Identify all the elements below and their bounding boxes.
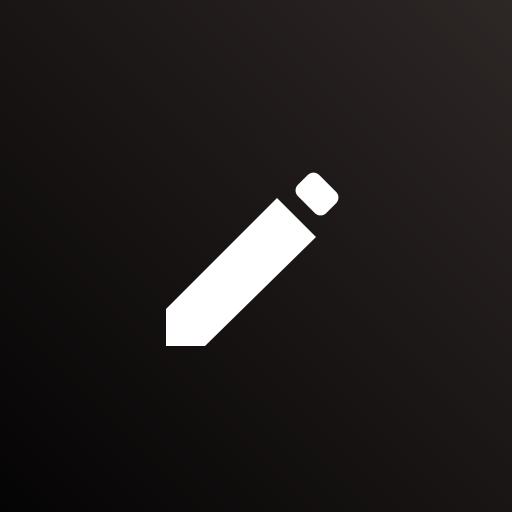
pencil-icon xyxy=(166,172,339,346)
pencil-cap xyxy=(295,172,339,216)
pencil-body xyxy=(166,198,316,346)
app-icon-tile xyxy=(0,0,512,512)
pencil-shape xyxy=(166,172,339,346)
